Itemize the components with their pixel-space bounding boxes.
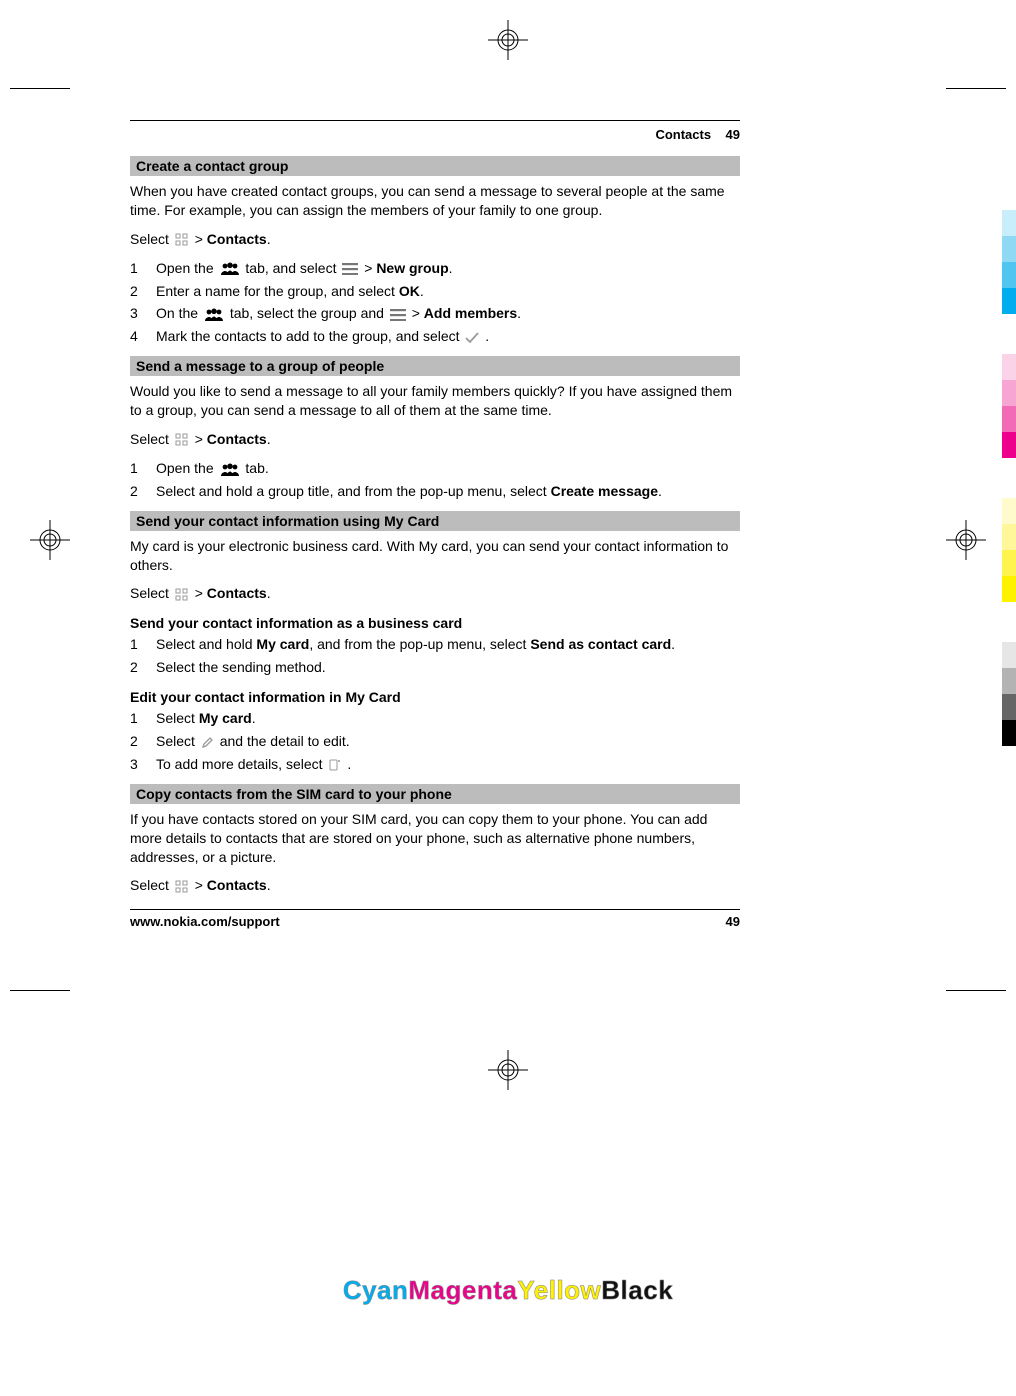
registration-mark-icon xyxy=(946,520,986,560)
sub-heading: Send your contact information as a busin… xyxy=(130,615,740,631)
instruction: Select > Contacts. xyxy=(130,430,740,449)
menu-grid-icon xyxy=(175,588,189,602)
pencil-icon xyxy=(201,736,214,749)
step-item: Select and hold a group title, and from … xyxy=(130,482,740,501)
crop-mark xyxy=(10,88,70,89)
step-list: Select My card. Select and the detail to… xyxy=(130,709,740,774)
running-footer: www.nokia.com/support 49 xyxy=(130,909,740,929)
page: Contacts 49 Create a contact group When … xyxy=(0,0,1016,1396)
step-list: Open the tab. Select and hold a group ti… xyxy=(130,459,740,501)
step-item: Enter a name for the group, and select O… xyxy=(130,282,740,301)
options-icon xyxy=(390,309,406,321)
section-heading: Send your contact information using My C… xyxy=(130,511,740,531)
step-item: On the tab, select the group and > Add m… xyxy=(130,304,740,323)
group-icon xyxy=(204,308,224,321)
paragraph: My card is your electronic business card… xyxy=(130,537,740,575)
section-heading: Copy contacts from the SIM card to your … xyxy=(130,784,740,804)
step-item: Mark the contacts to add to the group, a… xyxy=(130,327,740,346)
menu-grid-icon xyxy=(175,880,189,894)
step-item: Select the sending method. xyxy=(130,658,740,677)
footer-page: 49 xyxy=(726,914,740,929)
step-list: Select and hold My card, and from the po… xyxy=(130,635,740,677)
paragraph: Would you like to send a message to all … xyxy=(130,382,740,420)
header-section: Contacts xyxy=(655,127,711,142)
menu-grid-icon xyxy=(175,233,189,247)
running-header: Contacts 49 xyxy=(130,127,740,142)
step-item: Open the tab, and select > New group. xyxy=(130,259,740,278)
crop-mark xyxy=(946,88,1006,89)
paragraph: If you have contacts stored on your SIM … xyxy=(130,810,740,867)
step-item: To add more details, select . xyxy=(130,755,740,774)
crop-mark xyxy=(946,990,1006,991)
section-heading: Send a message to a group of people xyxy=(130,356,740,376)
registration-mark-icon xyxy=(488,20,528,60)
color-calibration-bars xyxy=(1002,210,1016,746)
registration-mark-icon xyxy=(488,1050,528,1090)
crop-mark xyxy=(10,990,70,991)
instruction: Select > Contacts. xyxy=(130,230,740,249)
footer-url: www.nokia.com/support xyxy=(130,914,280,929)
step-item: Open the tab. xyxy=(130,459,740,478)
instruction: Select > Contacts. xyxy=(130,876,740,895)
document-content: Contacts 49 Create a contact group When … xyxy=(130,120,740,929)
header-page: 49 xyxy=(726,127,740,142)
add-detail-icon xyxy=(328,758,341,772)
menu-grid-icon xyxy=(175,433,189,447)
step-list: Open the tab, and select > New group. En… xyxy=(130,259,740,347)
registration-mark-icon xyxy=(30,520,70,560)
checkmark-icon xyxy=(465,332,479,344)
group-icon xyxy=(220,463,240,476)
step-item: Select and the detail to edit. xyxy=(130,732,740,751)
group-icon xyxy=(220,262,240,275)
options-icon xyxy=(342,263,358,275)
instruction: Select > Contacts. xyxy=(130,584,740,603)
sub-heading: Edit your contact information in My Card xyxy=(130,689,740,705)
step-item: Select and hold My card, and from the po… xyxy=(130,635,740,654)
paragraph: When you have created contact groups, yo… xyxy=(130,182,740,220)
section-heading: Create a contact group xyxy=(130,156,740,176)
step-item: Select My card. xyxy=(130,709,740,728)
cmyk-label: CyanMagentaYellowBlack xyxy=(0,1275,1016,1306)
